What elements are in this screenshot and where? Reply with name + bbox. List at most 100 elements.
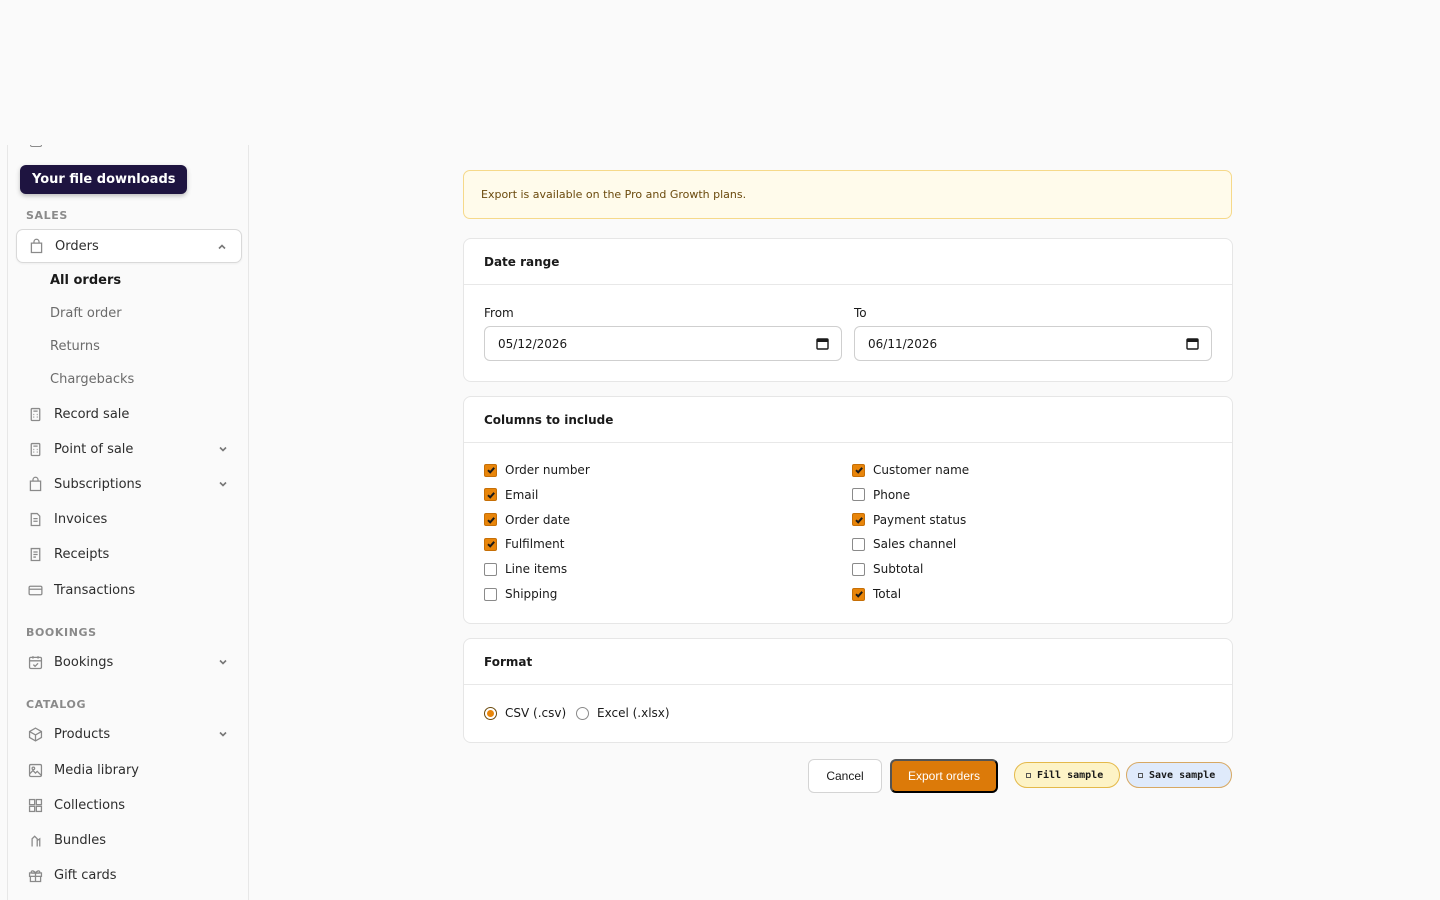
save-sample-label: Save sample <box>1149 769 1216 781</box>
column-checkbox-row[interactable]: Shipping <box>484 587 557 601</box>
sidebar-item-point-of-sale[interactable]: Point of sale <box>16 432 242 466</box>
sidebar-item-label: Bookings <box>54 654 114 670</box>
checkbox[interactable] <box>852 463 865 477</box>
chevron-down-icon[interactable] <box>217 728 229 740</box>
checkbox[interactable] <box>852 488 865 502</box>
checkbox[interactable] <box>852 562 865 576</box>
column-checkbox-row[interactable]: Order number <box>484 463 590 477</box>
chevron-down-icon[interactable] <box>217 443 229 455</box>
sidebar-item-products[interactable]: Products <box>16 717 242 751</box>
calendar-icon[interactable] <box>1186 337 1199 350</box>
check-icon <box>486 467 495 474</box>
column-checkbox-row[interactable]: Sales channel <box>852 537 956 551</box>
sidebar-item-bookings[interactable]: Bookings <box>16 645 242 679</box>
calendar-icon[interactable] <box>816 337 829 350</box>
chevron-down-icon[interactable] <box>217 656 229 668</box>
format-option-xlsx[interactable]: Excel (.xlsx) <box>576 706 670 720</box>
sidebar-item-receipts[interactable]: Receipts <box>16 537 242 571</box>
column-checkbox-row[interactable]: Phone <box>852 488 910 502</box>
sidebar-item-collections[interactable]: Collections <box>16 788 242 822</box>
sidebar-item-label: Collections <box>54 797 126 813</box>
column-checkbox-row[interactable]: Payment status <box>852 513 966 527</box>
checkbox[interactable] <box>484 513 497 527</box>
downloads-tooltip: Your file downloads <box>20 165 188 194</box>
check-icon <box>854 516 863 524</box>
sidebar-subitem-draft-order[interactable]: Draft order <box>50 306 122 321</box>
column-checkbox-row[interactable]: Email <box>484 488 538 502</box>
checkbox[interactable] <box>484 537 497 551</box>
chevron-down-icon[interactable] <box>217 478 229 490</box>
from-date-input[interactable]: 05/12/2026 <box>484 326 842 361</box>
plan-alert: Export is available on the Pro and Growt… <box>463 170 1232 219</box>
sidebar-item-label: Bundles <box>54 832 107 848</box>
format-option-label: CSV (.csv) <box>505 706 567 720</box>
checkbox-label: Phone <box>873 487 911 502</box>
column-checkbox-row[interactable]: Line items <box>484 562 567 576</box>
to-label: To <box>854 306 867 320</box>
checkbox[interactable] <box>852 513 865 527</box>
column-checkbox-row[interactable]: Order date <box>484 513 570 527</box>
column-checkbox-row[interactable]: Total <box>852 587 901 601</box>
square-icon <box>1138 772 1143 778</box>
cancel-button[interactable]: Cancel <box>808 759 882 793</box>
to-date-input[interactable]: 06/11/2026 <box>854 326 1212 361</box>
section-label-bookings: BOOKINGS <box>26 626 97 639</box>
sidebar-item-media-library[interactable]: Media library <box>16 753 242 787</box>
column-checkbox-row[interactable]: Customer name <box>852 463 969 477</box>
calendar-check-icon <box>26 653 44 671</box>
format-option-label: Excel (.xlsx) <box>597 706 670 720</box>
checkbox-label: Payment status <box>873 512 967 527</box>
checkbox[interactable] <box>484 562 497 576</box>
sidebar-item-bundles[interactable]: Bundles <box>16 823 242 857</box>
chevron-up-icon[interactable] <box>216 241 228 253</box>
bundle-icon <box>26 831 44 849</box>
format-option-csv[interactable]: CSV (.csv) <box>484 706 566 720</box>
plan-alert-text: Export is available on the Pro and Growt… <box>481 188 747 201</box>
checkbox-label: Order date <box>505 512 570 527</box>
radio-button[interactable] <box>576 706 589 720</box>
column-checkbox-row[interactable]: Fulfilment <box>484 537 564 551</box>
format-card: Format CSV (.csv) Excel (.xlsx) <box>463 638 1233 743</box>
date-range-title: Date range <box>464 239 1232 285</box>
to-date-value: 06/11/2026 <box>868 336 938 351</box>
sidebar-item-gift-cards[interactable]: Gift cards <box>16 858 242 892</box>
check-icon <box>486 491 495 499</box>
save-sample-button[interactable]: Save sample <box>1126 762 1232 788</box>
from-label: From <box>484 306 514 320</box>
shopping-bag-icon <box>27 237 45 255</box>
sidebar-subitem-all-orders[interactable]: All orders <box>50 273 121 288</box>
checkbox[interactable] <box>484 488 497 502</box>
section-label-catalog: CATALOG <box>26 698 87 711</box>
columns-card: Columns to include Order number Email Orde… <box>463 396 1233 624</box>
sidebar-item-subscriptions[interactable]: Subscriptions <box>16 467 242 501</box>
sidebar-item-orders[interactable]: Orders <box>16 229 242 263</box>
from-date-value: 05/12/2026 <box>498 336 568 351</box>
receipt-icon <box>26 545 44 563</box>
sidebar-item-transactions[interactable]: Transactions <box>16 573 242 607</box>
checkbox[interactable] <box>852 587 865 601</box>
checkbox-label: Order number <box>505 463 590 477</box>
radio-button[interactable] <box>484 706 497 720</box>
sidebar-item-invoices[interactable]: Invoices <box>16 502 242 536</box>
check-icon <box>854 467 863 474</box>
sidebar-item-label: Transactions <box>54 582 136 598</box>
grid-icon <box>26 796 44 814</box>
sidebar-item-label: Record sale <box>54 406 130 422</box>
sidebar-item-record-sale[interactable]: Record sale <box>16 397 242 431</box>
checkbox[interactable] <box>484 463 497 477</box>
sidebar-item-label: Invoices <box>54 511 108 527</box>
checkbox-label: Line items <box>505 562 568 577</box>
sidebar-subitem-returns[interactable]: Returns <box>50 339 100 354</box>
export-orders-button[interactable]: Export orders <box>890 759 998 793</box>
checkbox[interactable] <box>852 537 865 551</box>
fill-sample-button[interactable]: Fill sample <box>1014 762 1120 788</box>
checkbox-label: Shipping <box>505 587 558 601</box>
checkbox-label: Total <box>873 587 902 601</box>
checkbox-label: Fulfilment <box>505 537 565 552</box>
column-checkbox-row[interactable]: Subtotal <box>852 562 923 576</box>
square-icon <box>1026 772 1031 778</box>
sidebar-subitem-chargebacks[interactable]: Chargebacks <box>50 372 134 387</box>
package-icon <box>26 725 44 743</box>
checkbox[interactable] <box>484 587 497 601</box>
image-icon <box>26 761 44 779</box>
